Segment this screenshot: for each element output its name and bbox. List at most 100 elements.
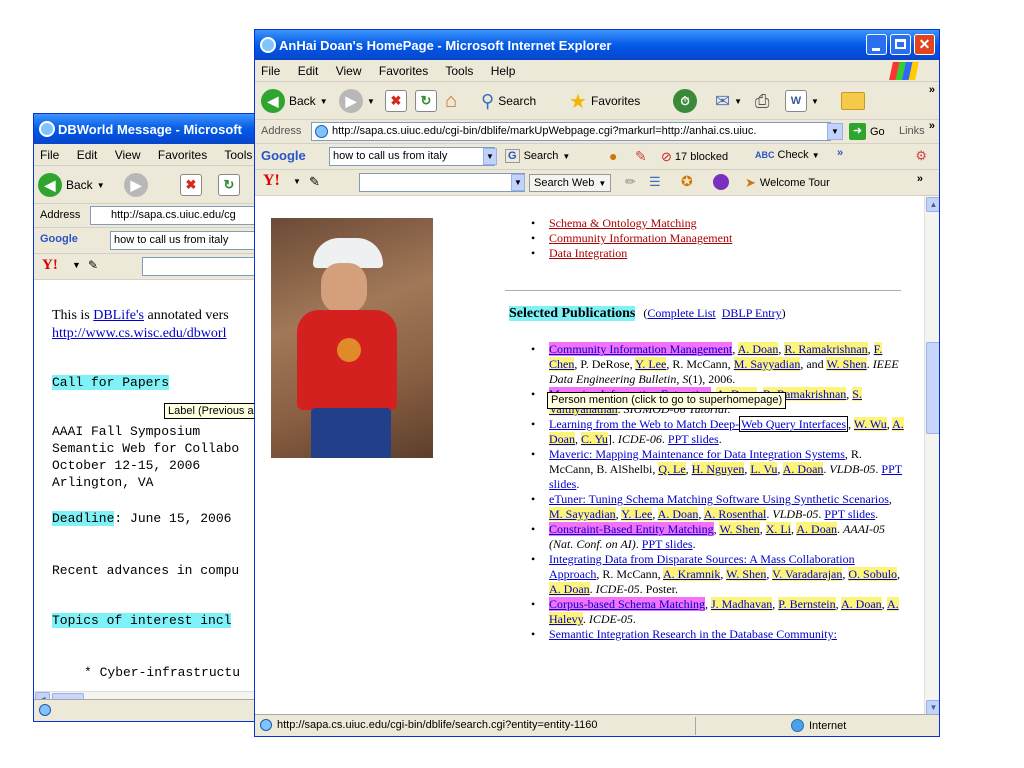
google-search-input[interactable]: how to call us from italy	[329, 147, 495, 166]
address-input[interactable]: http://sapa.cs.uiuc.edu/cgi-bin/dblife/m…	[311, 122, 831, 141]
menu-tools[interactable]: Tools	[224, 148, 252, 162]
dbworld-titlebar[interactable]: DBWorld Message - Microsoft	[34, 114, 267, 144]
ie-titlebar[interactable]: AnHai Doan's HomePage - Microsoft Intern…	[255, 30, 939, 60]
mail-button[interactable]: ✉ ▼	[715, 89, 742, 113]
author-link[interactable]: H. Nguyen	[691, 462, 745, 476]
menu-view[interactable]: View	[336, 64, 362, 78]
print-button[interactable]: ⎙	[755, 89, 769, 113]
author-link[interactable]: X. Li	[765, 522, 792, 536]
address-dropdown-icon[interactable]: ▼	[827, 123, 843, 140]
messenger-icon[interactable]	[713, 174, 729, 190]
vertical-scroll-thumb[interactable]	[926, 342, 939, 434]
google-overflow-icon[interactable]: »	[837, 147, 843, 159]
folder-button[interactable]	[841, 89, 865, 113]
google-dropdown-icon[interactable]: ▼	[483, 148, 497, 165]
author-link[interactable]: A. Kramnik	[663, 567, 721, 581]
author-link[interactable]: Y. Lee	[621, 507, 653, 521]
menu-edit[interactable]: Edit	[77, 148, 98, 162]
author-link[interactable]: A. Doan	[796, 522, 838, 536]
chevron-down-icon[interactable]: ▼	[72, 260, 81, 270]
author-link[interactable]: W. Shen	[719, 522, 760, 536]
dbworld-url[interactable]: http://www.cs.wisc.edu/dbworl	[52, 326, 226, 341]
history-button[interactable]: ⏱	[673, 89, 697, 113]
edit-button[interactable]: W ▼	[785, 89, 819, 113]
author-link[interactable]: C. Yu	[581, 432, 608, 446]
address-input[interactable]: http://sapa.cs.uiuc.edu/cg	[90, 206, 267, 225]
welcome-tour-button[interactable]: ➤ Welcome Tour	[745, 175, 830, 191]
menu-favorites[interactable]: Favorites	[158, 148, 207, 162]
yahoo-logo[interactable]: Y!	[42, 257, 58, 274]
yahoo-search-input[interactable]	[142, 257, 267, 276]
menu-file[interactable]: File	[40, 148, 59, 162]
author-link[interactable]: L. Vu	[750, 462, 778, 476]
google-search-input[interactable]: how to call us from italy	[110, 231, 267, 250]
author-link[interactable]: W. Shen	[826, 357, 867, 371]
author-link[interactable]: Y. Lee	[635, 357, 667, 371]
search-button[interactable]: ⚲ Search	[481, 89, 536, 113]
pub-title-link[interactable]: Community Information Management	[549, 342, 733, 356]
cim-link[interactable]: Community Information Management	[549, 231, 732, 245]
author-link[interactable]: A. Doan	[657, 507, 699, 521]
stop-button[interactable]: ✖	[180, 173, 202, 197]
author-link[interactable]: W. Wu	[853, 417, 887, 431]
stop-button[interactable]: ✖	[385, 89, 407, 113]
forward-button[interactable]: ▶ ▼	[339, 89, 375, 113]
pub-title-link[interactable]: Constraint-Based Entity Matching	[549, 522, 714, 536]
chevron-down-icon[interactable]: ▼	[293, 177, 301, 186]
links-overflow-icon[interactable]: »	[929, 120, 935, 132]
back-button[interactable]: ◀ Back ▼	[261, 89, 328, 113]
highlight-icon[interactable]: ✎	[635, 148, 647, 165]
menu-favorites[interactable]: Favorites	[379, 64, 428, 78]
forward-button[interactable]: ▶	[124, 173, 148, 197]
google-logo[interactable]: Google	[261, 148, 306, 163]
pub-title-link[interactable]: Web Query Interfaces	[739, 416, 849, 432]
menu-help[interactable]: Help	[491, 64, 516, 78]
refresh-button[interactable]: ↻	[415, 89, 437, 113]
yahoo-dropdown-icon[interactable]: ▼	[511, 174, 525, 191]
ppt-slides-link[interactable]: PPT slides	[824, 507, 875, 521]
refresh-button[interactable]: ↻	[218, 173, 240, 197]
home-button[interactable]: ⌂	[445, 89, 457, 113]
toolbar-overflow-icon[interactable]: »	[929, 84, 935, 96]
ppt-slides-link[interactable]: PPT slides	[668, 432, 719, 446]
go-button[interactable]: ➜ Go	[849, 123, 885, 140]
popup-blocker[interactable]: ⊘ 17 blocked	[661, 149, 728, 165]
menu-view[interactable]: View	[115, 148, 141, 162]
favorites-button[interactable]: ★ Favorites	[569, 89, 640, 113]
author-link[interactable]: M. Sayyadian	[733, 357, 801, 371]
dblp-entry-link[interactable]: DBLP Entry	[722, 306, 782, 320]
schema-matching-link[interactable]: Schema & Ontology Matching	[549, 216, 697, 230]
yahoo-overflow-icon[interactable]: »	[917, 173, 923, 185]
close-button[interactable]: ✕	[914, 34, 935, 55]
author-link[interactable]: M. Sayyadian	[549, 507, 616, 521]
author-link[interactable]: A. Doan	[840, 597, 882, 611]
author-link[interactable]: J. Madhavan	[710, 597, 773, 611]
yahoo-search-input[interactable]	[359, 173, 525, 192]
dbworld-url-link[interactable]: http://www.cs.wisc.edu/dbworl	[52, 326, 226, 342]
eraser-icon[interactable]: ✏	[625, 174, 636, 190]
data-integration-link[interactable]: Data Integration	[549, 246, 627, 260]
menu-file[interactable]: File	[261, 64, 280, 78]
author-link[interactable]: V. Varadarajan	[772, 567, 843, 581]
google-search-button[interactable]: G Search ▼	[505, 149, 570, 163]
minimize-button[interactable]	[866, 34, 887, 55]
pencil-icon[interactable]: ✎	[309, 174, 320, 190]
dblife-link[interactable]: DBLife's	[93, 308, 144, 323]
bookmarks-icon[interactable]: ☰	[649, 174, 661, 190]
pub-title-link[interactable]: eTuner: Tuning Schema Matching Software …	[549, 492, 889, 506]
pub-title-link[interactable]: Maveric: Mapping Maintenance for Data In…	[549, 447, 845, 461]
back-button[interactable]: ◀ Back ▼	[38, 173, 105, 197]
vertical-scrollbar[interactable]: ▲ ▼	[924, 196, 939, 716]
scroll-up-icon[interactable]: ▲	[926, 197, 939, 212]
antispy-icon[interactable]: ✪	[681, 173, 693, 190]
author-link[interactable]: P. Bernstein	[778, 597, 836, 611]
author-link[interactable]: A. Doan	[737, 342, 779, 356]
pub-title-link[interactable]: Semantic Integration Research in the Dat…	[549, 627, 837, 641]
links-label[interactable]: Links	[899, 125, 925, 137]
pagerank-icon[interactable]: ●	[609, 148, 617, 164]
pub-title-link[interactable]: Corpus-based Schema Matching	[549, 597, 705, 611]
ppt-slides-link[interactable]: PPT slides	[642, 537, 693, 551]
pub-title-link[interactable]: Learning from the Web to Match Deep-	[549, 417, 739, 431]
spell-check-button[interactable]: ABC Check ▼	[755, 149, 820, 161]
menu-edit[interactable]: Edit	[298, 64, 319, 78]
